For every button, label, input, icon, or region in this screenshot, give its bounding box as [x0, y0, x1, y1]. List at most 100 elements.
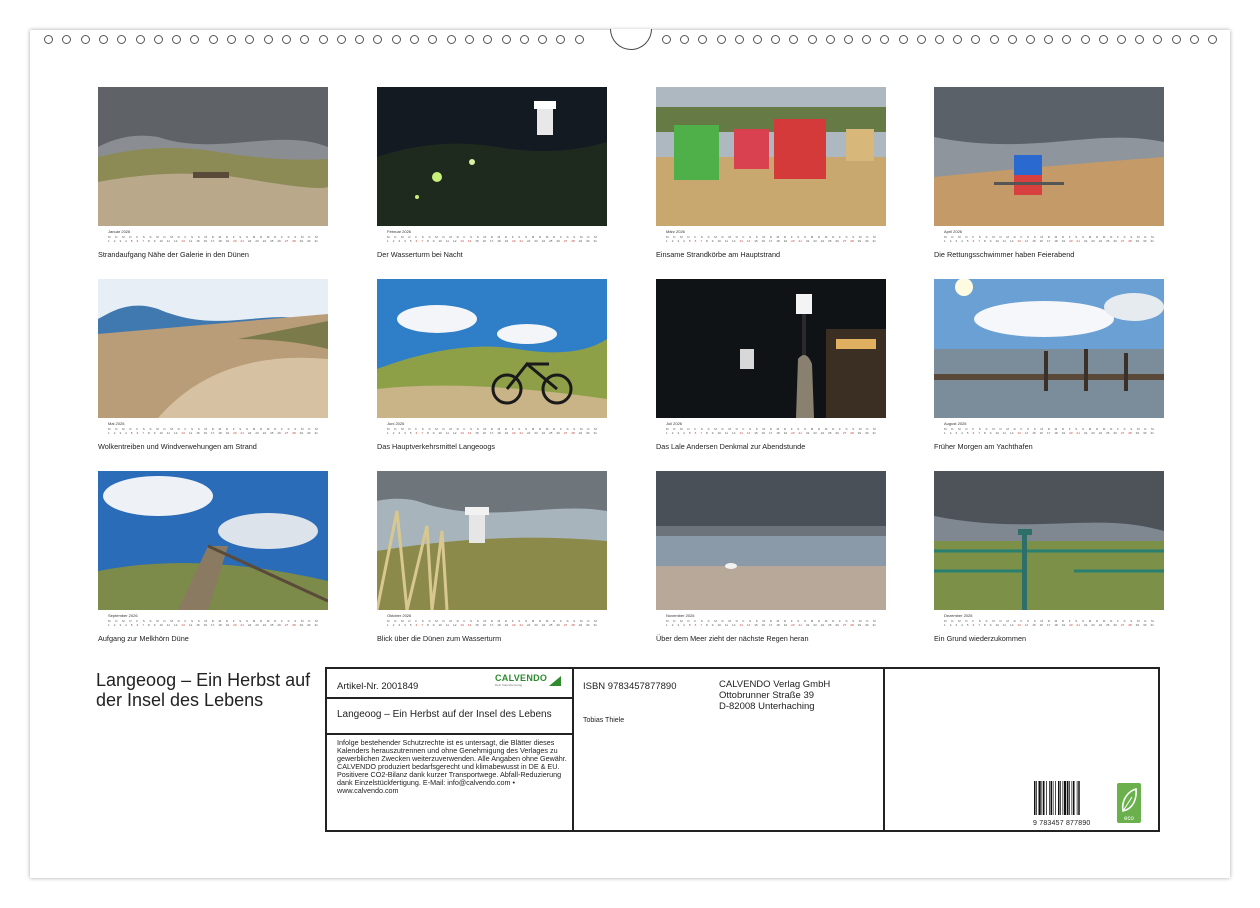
publisher-city: D-82008 Unterhaching [719, 701, 815, 712]
binding-ring [538, 35, 548, 44]
binding-ring [1044, 35, 1054, 44]
binding-ring [989, 35, 999, 44]
month-preview-2: Februar 2026 M D M D F S S M D M D F S S M D M D F S S M D M D F S S… [377, 87, 607, 262]
month-label: Juni 2026 [387, 421, 405, 426]
month-photo [377, 471, 607, 610]
month-photo [377, 87, 607, 226]
binding-ring [935, 35, 944, 44]
month-photo [98, 87, 328, 226]
binding-ring [680, 35, 690, 44]
binding-ring [98, 35, 108, 44]
binding-ring [1189, 35, 1199, 44]
photo-caption: Das Lale Andersen Denkmal zur Abendstund… [656, 442, 806, 451]
barcode-bar [1043, 781, 1045, 815]
barcode-bars [1034, 781, 1080, 815]
divider [572, 669, 574, 830]
barcode-bar [1049, 781, 1050, 815]
photo-caption: Einsame Strandkörbe am Hauptstrand [656, 250, 781, 259]
tower-grass-photo [377, 471, 607, 610]
barcode-bar [1050, 781, 1052, 815]
divider [883, 669, 885, 830]
binding-ring [1135, 35, 1145, 44]
month-preview-7: Juli 2026 M D M D F S S M D M D F S S M D M D F S S M D M D F S S M D M… [656, 279, 886, 454]
binding-ring [410, 35, 419, 44]
month-label: Juli 2026 [666, 421, 683, 426]
barcode-bar [1073, 781, 1075, 815]
mini-calendar-days: 1 2 3 4 5 6 7 8 9 10 11 12 13 14 15 16 17 18 19 20 21 22 23 24 2… [944, 239, 1154, 243]
viewpoint-photo [934, 471, 1164, 610]
binding-ring [1153, 35, 1163, 44]
month-label: Dezember 2026 [944, 613, 973, 618]
mini-calendar-days: 1 2 3 4 5 6 7 8 9 10 11 12 13 14 15 16 17 18 19 20 21 22 23 24 2… [666, 431, 876, 435]
article-number: Artikel-Nr. 2001849 [337, 681, 419, 692]
barcode-bar [1076, 781, 1078, 815]
binding-ring [208, 35, 218, 44]
binding-ring [789, 35, 799, 44]
month-label: Februar 2026 [387, 229, 412, 234]
photo-caption: Der Wasserturm bei Nacht [377, 250, 463, 259]
binding-ring [501, 35, 511, 44]
barcode-bar [1058, 781, 1060, 815]
spiral-binding [30, 29, 1230, 50]
barcode-bar [1055, 781, 1056, 815]
stairs-photo [98, 471, 328, 610]
binding-ring [80, 35, 90, 44]
binding-ring [953, 35, 963, 44]
binding-ring [698, 35, 708, 44]
barcode-bar [1078, 781, 1080, 815]
binding-ring [1026, 35, 1035, 44]
binding-ring [281, 35, 291, 44]
binding-ring [734, 35, 744, 44]
barcode-bar [1034, 781, 1036, 815]
cover-title: Langeoog – Ein Herbst auf der Insel des … [96, 670, 311, 710]
month-photo [656, 87, 886, 226]
binding-ring [245, 35, 255, 44]
binding-ring [1007, 35, 1017, 44]
binding-ring [556, 35, 566, 44]
brand-mark-icon [549, 676, 561, 686]
month-label: Januar 2026 [108, 229, 131, 234]
photo-caption: Strandaufgang Nähe der Galerie in den Dü… [98, 250, 249, 259]
mini-calendar-days: 1 2 3 4 5 6 7 8 9 10 11 12 13 14 15 16 17 18 19 20 21 22 23 24 2… [387, 431, 597, 435]
barcode-digits: 9 783457 877890 [1033, 820, 1091, 827]
leaf-icon: eco [1121, 787, 1137, 822]
barcode-bar [1038, 781, 1041, 815]
binding-ring [716, 35, 726, 44]
binding-ring [574, 35, 584, 44]
barcode-bar [1052, 781, 1054, 815]
month-preview-6: Juni 2026 M D M D F S S M D M D F S S M D M D F S S M D M D F S S M D M… [377, 279, 607, 454]
barcode-bar [1064, 781, 1067, 815]
binding-ring [318, 35, 328, 44]
binding-ring [898, 35, 908, 44]
sea-storm-photo [656, 471, 886, 610]
binding-ring [263, 35, 273, 44]
mini-calendar-days: 1 2 3 4 5 6 7 8 9 10 11 12 13 14 15 16 17 18 19 20 21 22 23 24 2… [944, 623, 1154, 627]
photo-caption: Blick über die Dünen zum Wasserturm [377, 634, 502, 643]
month-preview-9: September 2026 M D M D F S S M D M D F S S M D M D F S S M D M D F… [98, 471, 328, 646]
eco-label: eco [1124, 816, 1134, 822]
month-photo [377, 279, 607, 418]
binding-ring [355, 35, 365, 44]
binding-ring [753, 35, 762, 44]
publisher-street: Ottobrunner Straße 39 [719, 690, 815, 701]
mini-calendar-days: 1 2 3 4 5 6 7 8 9 10 11 12 13 14 15 16 17 18 19 20 21 22 23 24 2… [944, 431, 1154, 435]
product-info-box: Artikel-Nr. 2001849 CALVENDO Dein Kalend… [325, 667, 1160, 832]
month-label: Mai 2026 [108, 421, 125, 426]
binding-ring [825, 35, 835, 44]
lifeguard-photo [934, 87, 1164, 226]
month-photo [656, 471, 886, 610]
isbn: ISBN 9783457877890 [583, 681, 677, 692]
barcode-bar [1071, 781, 1073, 815]
binding-ring [373, 35, 383, 44]
hanger-cutout [610, 29, 652, 50]
binding-ring [227, 35, 236, 44]
photo-caption: Die Rettungsschwimmer haben Feierabend [934, 250, 1075, 259]
binding-ring [300, 35, 310, 44]
binding-ring [153, 35, 163, 44]
month-photo [934, 471, 1164, 610]
beach-chairs-photo [656, 87, 886, 226]
month-preview-4: April 2026 M D M D F S S M D M D F S S M D M D F S S M D M D F S S M D… [934, 87, 1164, 262]
binding-ring [117, 35, 127, 44]
mini-calendar-days: 1 2 3 4 5 6 7 8 9 10 11 12 13 14 15 16 17 18 19 20 21 22 23 24 2… [108, 623, 318, 627]
photo-caption: Früher Morgen am Yachthafen [934, 442, 1033, 451]
